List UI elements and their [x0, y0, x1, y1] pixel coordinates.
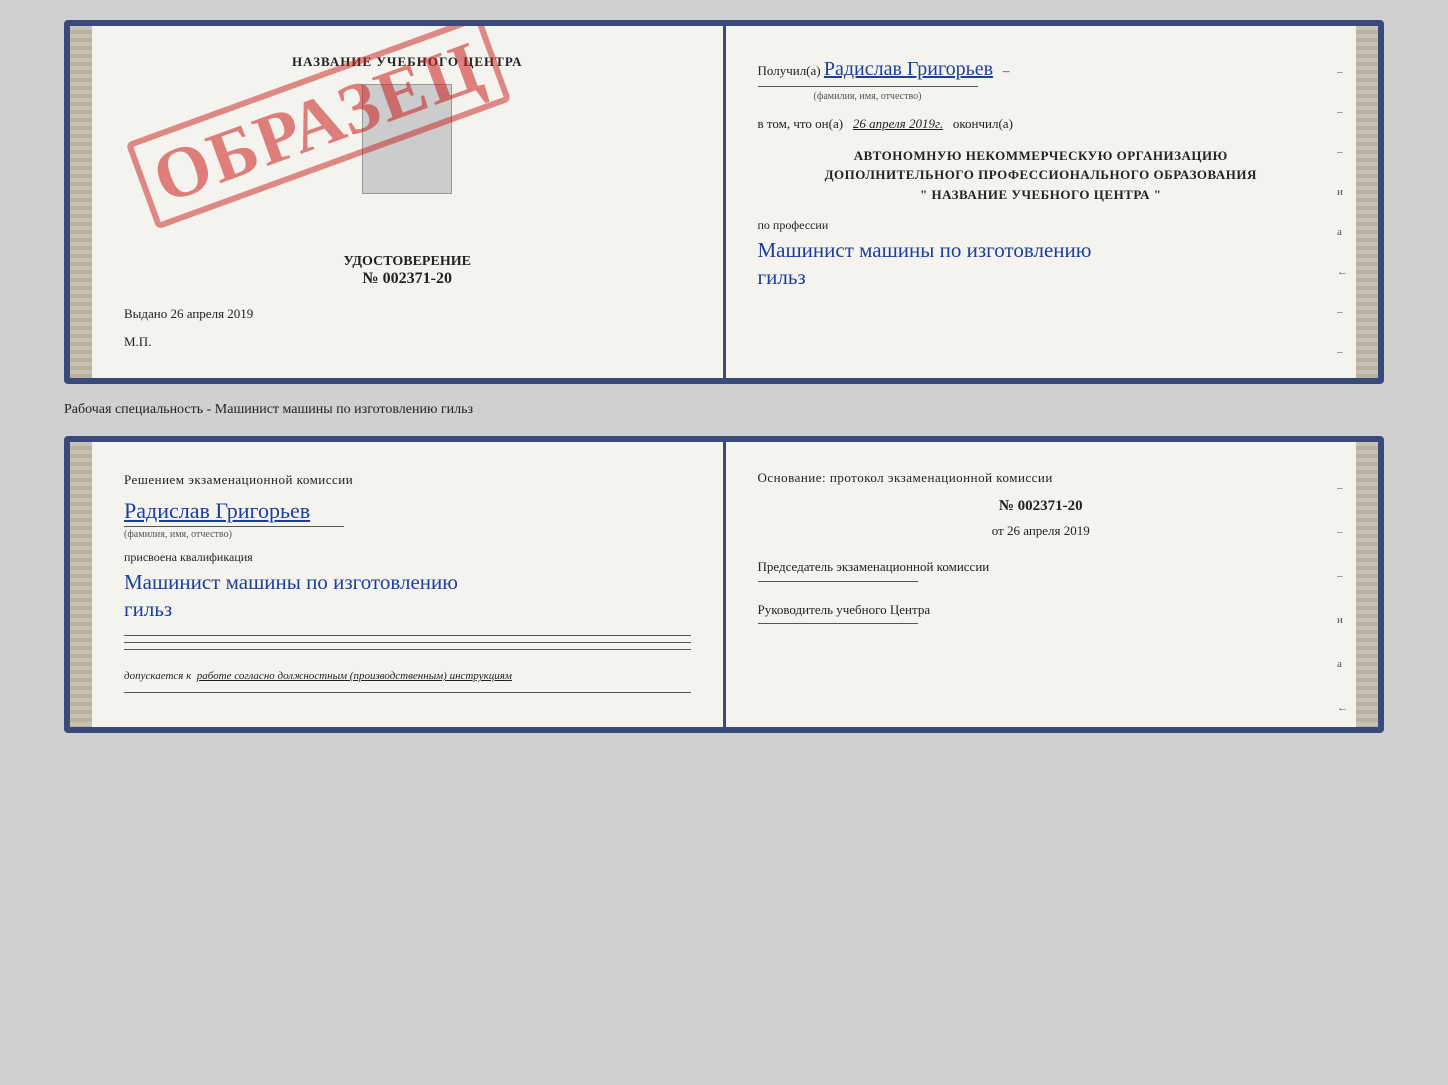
bottom-left-page: Решением экзаменационной комиссии Радисл… — [70, 442, 726, 727]
date-value: 26 апреля 2019г. — [853, 116, 943, 131]
line4 — [124, 692, 691, 693]
bmark1: – — [1337, 482, 1348, 494]
head-sig-line — [758, 623, 918, 624]
mark2: – — [1337, 106, 1348, 118]
mark1: – — [1337, 66, 1348, 78]
org-quote: " НАЗВАНИЕ УЧЕБНОГО ЦЕНТРА " — [920, 187, 1161, 202]
mp-label: М.П. — [124, 334, 691, 350]
cert-label: УДОСТОВЕРЕНИЕ — [124, 254, 691, 270]
mark4: – — [1337, 306, 1348, 318]
bmark-i: и — [1337, 614, 1348, 626]
assigned-label: присвоена квалификация — [124, 550, 691, 565]
allowed-underline: работе согласно должностным (производств… — [197, 670, 512, 682]
prof-label: по профессии — [758, 218, 1325, 233]
fio-sub-top: (фамилия, имя, отчество) — [758, 86, 978, 104]
issued-date: Выдано 26 апреля 2019 — [124, 306, 691, 322]
line2 — [124, 642, 691, 643]
right-side-marks: – – – и а ← – – – — [1337, 66, 1348, 384]
head-block: Руководитель учебного Центра — [758, 600, 1325, 625]
separator-label: Рабочая специальность - Машинист машины … — [64, 402, 1384, 418]
left-title: НАЗВАНИЕ УЧЕБНОГО ЦЕНТРА — [124, 54, 691, 70]
spine-decoration-bottom-left — [70, 442, 92, 727]
date-suffix: окончил(а) — [953, 116, 1013, 131]
prof-value1: Машинист машины по изготовлению — [758, 238, 1092, 262]
bmark-a: а — [1337, 658, 1348, 670]
top-right-page: Получил(а) Радислав Григорьев – (фамилия… — [726, 26, 1379, 378]
right-side-marks-bottom: – – – и а ← – – – — [1337, 482, 1348, 733]
head-label: Руководитель учебного Центра — [758, 602, 931, 617]
assigned-value1: Машинист машины по изготовлению — [124, 570, 458, 594]
mark-a: а — [1337, 226, 1348, 238]
bmark2: – — [1337, 526, 1348, 538]
date-prefix: в том, что он(а) — [758, 116, 844, 131]
bottom-left-title: Решением экзаменационной комиссии — [124, 470, 691, 490]
protocol-date-value: 26 апреля 2019 — [1007, 523, 1090, 538]
bottom-right-page: Основание: протокол экзаменационной коми… — [726, 442, 1379, 727]
date-row: в том, что он(а) 26 апреля 2019г. окончи… — [758, 114, 1325, 134]
received-prefix: Получил(а) — [758, 63, 821, 78]
osnov-title: Основание: протокол экзаменационной коми… — [758, 470, 1325, 486]
chairman-sig-line — [758, 581, 918, 582]
mark-arrow: ← — [1337, 266, 1348, 278]
mark3: – — [1337, 146, 1348, 158]
protocol-date-prefix: от — [992, 523, 1004, 538]
received-row: Получил(а) Радислав Григорьев – (фамилия… — [758, 54, 1325, 104]
spine-decoration-left — [70, 26, 92, 378]
protocol-date: от 26 апреля 2019 — [758, 523, 1325, 539]
photo-placeholder — [362, 84, 452, 194]
bottom-fio-block: Радислав Григорьев (фамилия, имя, отчест… — [124, 498, 691, 540]
org-line1: АВТОНОМНУЮ НЕКОММЕРЧЕСКУЮ ОРГАНИЗАЦИЮ — [854, 148, 1228, 163]
chairman-label: Председатель экзаменационной комиссии — [758, 559, 990, 574]
bottom-fio-handwritten: Радислав Григорьев — [124, 498, 691, 524]
issued-prefix: Выдано — [124, 306, 167, 321]
mark-i: и — [1337, 186, 1348, 198]
top-document: НАЗВАНИЕ УЧЕБНОГО ЦЕНТРА ОБРАЗЕЦ УДОСТОВ… — [64, 20, 1384, 384]
bottom-fio-sub: (фамилия, имя, отчество) — [124, 526, 344, 540]
prof-value: Машинист машины по изготовлению гильз — [758, 237, 1325, 292]
prof-value2: гильз — [758, 265, 806, 289]
assigned-value: Машинист машины по изготовлению гильз — [124, 569, 691, 624]
issued-date-value: 26 апреля 2019 — [171, 306, 254, 321]
spine-decoration-bottom-right — [1356, 442, 1378, 727]
cert-id-block: УДОСТОВЕРЕНИЕ № 002371-20 — [124, 254, 691, 288]
org-line2: ДОПОЛНИТЕЛЬНОГО ПРОФЕССИОНАЛЬНОГО ОБРАЗО… — [825, 167, 1257, 182]
allowed-block: допускается к работе согласно должностны… — [124, 670, 691, 682]
line3 — [124, 649, 691, 650]
spine-decoration-right — [1356, 26, 1378, 378]
obrazec-stamp: ОБРАЗЕЦ — [126, 20, 511, 230]
mark5: – — [1337, 346, 1348, 358]
org-name-block: АВТОНОМНУЮ НЕКОММЕРЧЕСКУЮ ОРГАНИЗАЦИЮ ДО… — [758, 146, 1325, 205]
assigned-value2: гильз — [124, 597, 172, 621]
bottom-document: Решением экзаменационной комиссии Радисл… — [64, 436, 1384, 733]
allowed-prefix: допускается к — [124, 670, 191, 682]
protocol-number: № 002371-20 — [758, 498, 1325, 515]
fio-handwritten-top: Радислав Григорьев — [824, 58, 993, 80]
cert-number: № 002371-20 — [124, 270, 691, 288]
chairman-block: Председатель экзаменационной комиссии — [758, 557, 1325, 582]
line1 — [124, 635, 691, 636]
top-left-page: НАЗВАНИЕ УЧЕБНОГО ЦЕНТРА ОБРАЗЕЦ УДОСТОВ… — [70, 26, 726, 378]
bmark3: – — [1337, 570, 1348, 582]
bmark-arrow: ← — [1337, 702, 1348, 714]
